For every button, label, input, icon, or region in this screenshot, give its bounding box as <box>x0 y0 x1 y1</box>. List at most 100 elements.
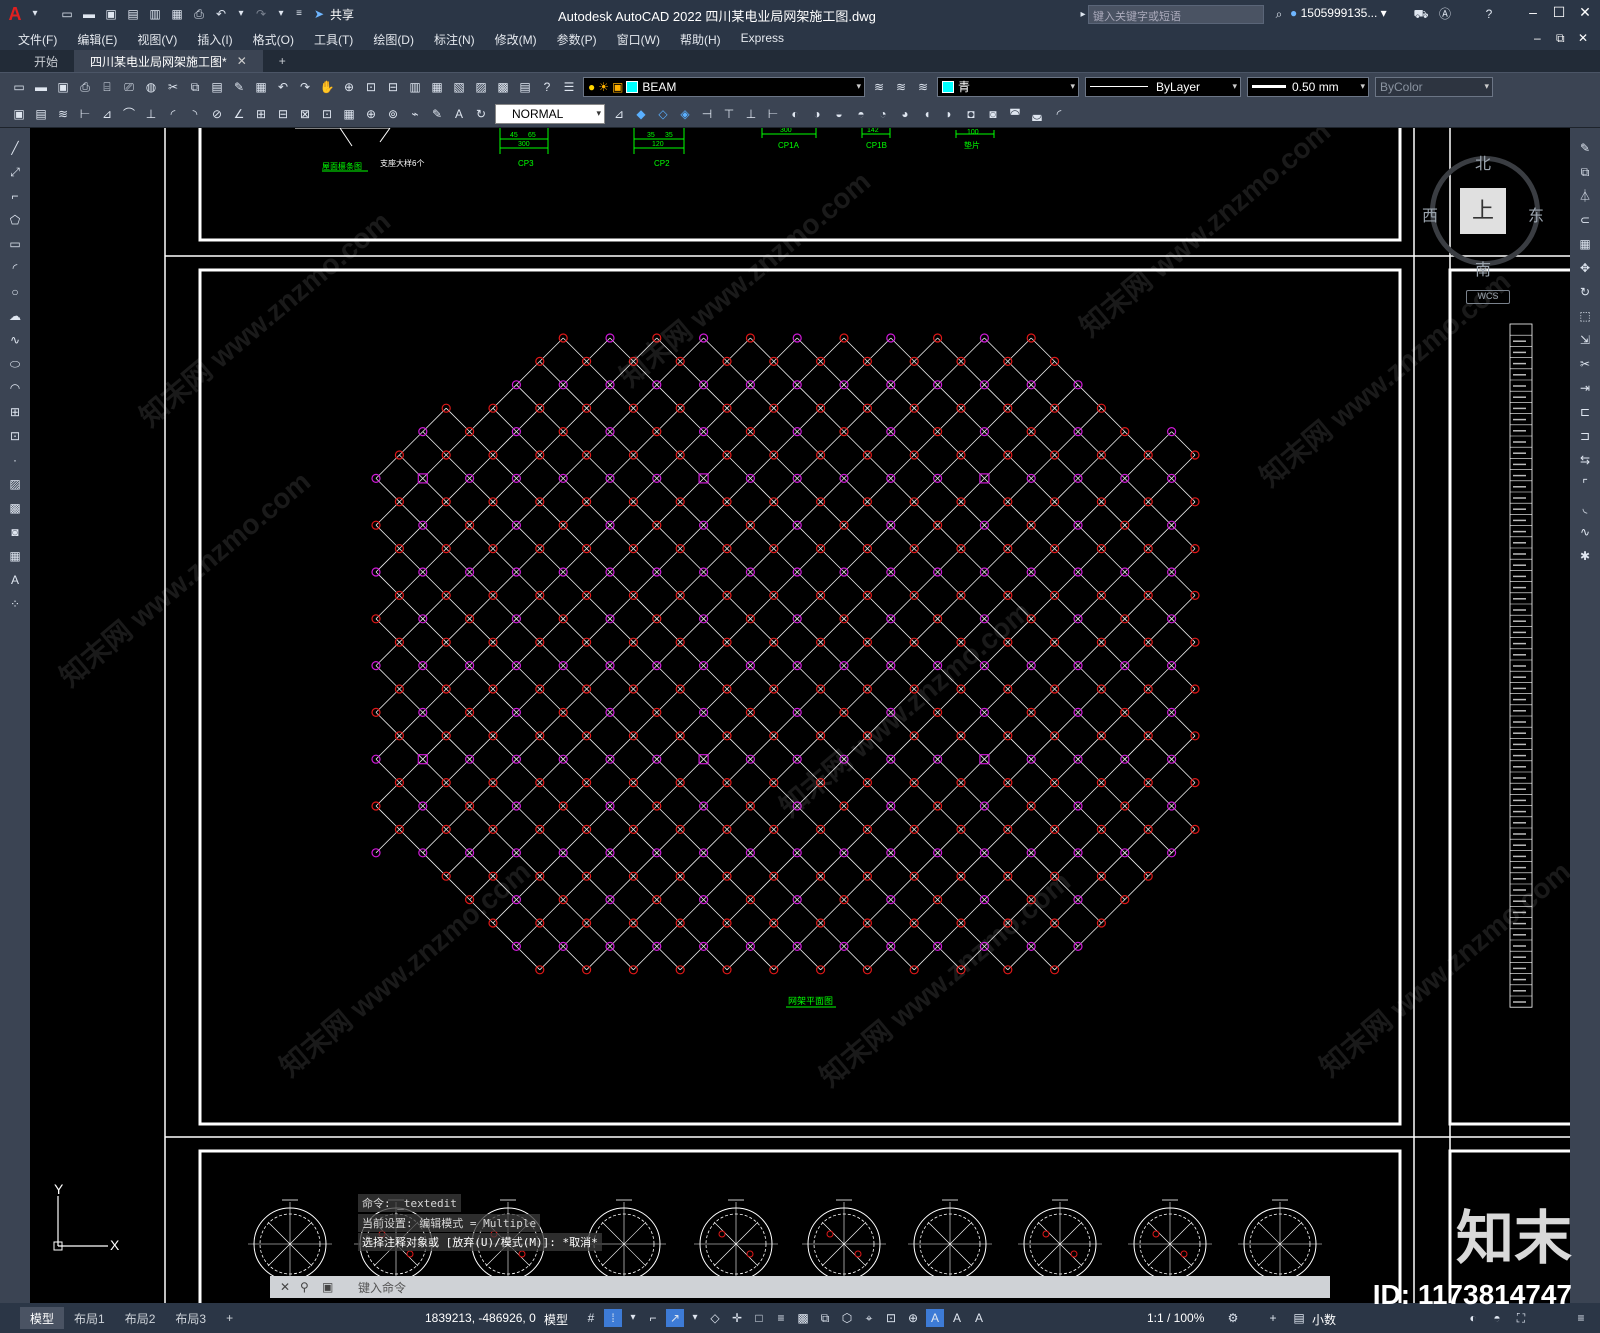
jogged-linear-icon[interactable]: ⌁ <box>406 105 424 123</box>
cart-icon[interactable]: ⛟ <box>1412 5 1430 23</box>
extend-icon[interactable]: ⇥ <box>1576 379 1594 397</box>
menu-item[interactable]: 工具(T) <box>304 31 363 48</box>
blend-icon[interactable]: ∿ <box>1576 523 1594 541</box>
layer-previous-icon[interactable]: ≋ <box>892 78 910 96</box>
command-close-icon[interactable]: ✕ <box>280 1280 290 1294</box>
insert-block-icon[interactable]: ⊞ <box>6 403 24 421</box>
ordinate-dim-icon[interactable]: ⊥ <box>142 105 160 123</box>
dim-text-edit-icon[interactable]: A <box>450 105 468 123</box>
block-editor-icon[interactable]: ▦ <box>252 78 270 96</box>
trim-icon[interactable]: ✂ <box>1576 355 1594 373</box>
cut-icon[interactable]: ✂ <box>164 78 182 96</box>
zoom-realtime-icon[interactable]: ⊕ <box>340 78 358 96</box>
save-icon[interactable]: ▣ <box>102 5 120 23</box>
camera-icon[interactable]: ◛ <box>1028 105 1046 123</box>
array-icon[interactable]: ▦ <box>1576 235 1594 253</box>
chamfer-icon[interactable]: ⌜ <box>1576 475 1594 493</box>
layer-dropdown[interactable]: ● ☀ ▣ BEAM ▾ <box>583 76 865 97</box>
customization-icon[interactable]: ≡ <box>1572 1309 1590 1327</box>
menu-item[interactable]: 编辑(E) <box>67 31 127 48</box>
viewcube-north[interactable]: 北 <box>1475 150 1491 174</box>
web-save-icon[interactable]: ▦ <box>168 5 186 23</box>
layout-tab[interactable]: 布局2 <box>115 1307 166 1329</box>
snap-icon[interactable]: ⁞ <box>604 1309 622 1327</box>
text-icon[interactable]: A <box>6 571 24 589</box>
line-icon[interactable]: ╱ <box>6 139 24 157</box>
join-icon[interactable]: ⇆ <box>1576 451 1594 469</box>
polyline-icon[interactable]: ⌐ <box>6 187 24 205</box>
ellipse-icon[interactable]: ⬭ <box>6 355 24 373</box>
dim-edit-icon[interactable]: ✎ <box>428 105 446 123</box>
menu-item[interactable]: 窗口(W) <box>607 31 670 48</box>
arc-icon[interactable]: ◜ <box>6 259 24 277</box>
redo-dropdown-icon[interactable]: ▾ <box>274 5 288 23</box>
autodesk-app-icon[interactable]: Ⓐ <box>1436 5 1454 23</box>
search-icon[interactable]: ⌕ <box>1270 5 1288 23</box>
dim-space-icon[interactable]: ⊡ <box>318 105 336 123</box>
chevron-down-icon[interactable]: ▾ <box>626 1309 640 1327</box>
erase-icon[interactable]: ✎ <box>1576 139 1594 157</box>
rotate-icon[interactable]: ↻ <box>1576 283 1594 301</box>
design-center-icon[interactable]: ▦ <box>428 78 446 96</box>
transparency-icon[interactable]: ▩ <box>794 1309 812 1327</box>
qselect-icon[interactable]: ▤ <box>32 105 50 123</box>
help-icon[interactable]: ? <box>1480 5 1498 23</box>
fillet-icon[interactable]: ◟ <box>1576 499 1594 517</box>
table-icon[interactable]: ▦ <box>6 547 24 565</box>
ucs-world-icon[interactable]: ◇ <box>654 105 672 123</box>
offset-icon[interactable]: ⊂ <box>1576 211 1594 229</box>
preview-icon[interactable]: ⌸ <box>98 78 116 96</box>
point-icon[interactable]: · <box>6 451 24 469</box>
ucs-3point-icon[interactable]: ◑ <box>808 105 826 123</box>
layout-tab[interactable]: 布局3 <box>165 1307 216 1329</box>
tab-close-icon[interactable]: ✕ <box>237 54 247 68</box>
doc-restore-button[interactable]: ⧉ <box>1556 31 1565 46</box>
layer-properties-icon[interactable]: ☰ <box>560 78 578 96</box>
move-icon[interactable]: ✥ <box>1576 259 1594 277</box>
redo-icon[interactable]: ↷ <box>296 78 314 96</box>
isodraft-icon[interactable]: ◇ <box>706 1309 724 1327</box>
dimstyle-icon[interactable]: ⊿ <box>610 105 628 123</box>
radius-dim-icon[interactable]: ◜ <box>164 105 182 123</box>
continue-dim-icon[interactable]: ⊠ <box>296 105 314 123</box>
construction-line-icon[interactable]: ⤢ <box>6 163 24 181</box>
render-icon[interactable]: ◗ <box>940 105 958 123</box>
inspect-icon[interactable]: ⊚ <box>384 105 402 123</box>
save-as-icon[interactable]: ▤ <box>124 5 142 23</box>
named-ucs-icon[interactable]: ◖ <box>918 105 936 123</box>
spline-icon[interactable]: ∿ <box>6 331 24 349</box>
annotation-scale-icon[interactable]: A <box>970 1309 988 1327</box>
linetype-dropdown[interactable]: ByLayer ▾ <box>1085 76 1241 97</box>
annotation-scale[interactable]: 1:1 / 100% <box>1147 1311 1204 1325</box>
selection-cycling-icon[interactable]: ⧉ <box>816 1309 834 1327</box>
annotation-visibility-icon[interactable]: A <box>926 1309 944 1327</box>
ucs-y-icon[interactable]: ◓ <box>852 105 870 123</box>
pan-icon[interactable]: ✋ <box>318 78 336 96</box>
layout-tab[interactable]: 布局1 <box>64 1307 115 1329</box>
layout-tab[interactable]: 模型 <box>20 1307 65 1329</box>
web-open-icon[interactable]: ▥ <box>146 5 164 23</box>
chevron-down-icon[interactable]: ▾ <box>28 5 42 23</box>
gear-icon[interactable]: ⚙ <box>1224 1309 1242 1327</box>
units-readout[interactable]: 小数 <box>1312 1311 1336 1328</box>
share-icon[interactable]: ➤ <box>310 5 328 23</box>
tool-palettes-icon[interactable]: ▧ <box>450 78 468 96</box>
zoom-previous-icon[interactable]: ⊟ <box>384 78 402 96</box>
lineweight-icon[interactable]: ≡ <box>772 1309 790 1327</box>
linear-dim-icon[interactable]: ⊢ <box>76 105 94 123</box>
selection-filter-icon[interactable]: ⊡ <box>882 1309 900 1327</box>
walk-icon[interactable]: ◜ <box>1050 105 1068 123</box>
ortho-icon[interactable]: ⌐ <box>644 1309 662 1327</box>
baseline-dim-icon[interactable]: ⊟ <box>274 105 292 123</box>
isolate-objects-icon[interactable]: ◓ <box>1488 1309 1506 1327</box>
save-icon[interactable]: ▣ <box>54 78 72 96</box>
auto-scale-icon[interactable]: A <box>948 1309 966 1327</box>
markup-icon[interactable]: ▩ <box>494 78 512 96</box>
viewcube-west[interactable]: 西 <box>1422 202 1438 226</box>
break-point-icon[interactable]: ⊏ <box>1576 403 1594 421</box>
ucs-zaxis-icon[interactable]: ◐ <box>786 105 804 123</box>
quick-properties-icon[interactable]: ▤ <box>1290 1309 1308 1327</box>
paste-icon[interactable]: ▤ <box>208 78 226 96</box>
tab-start[interactable]: 开始 <box>18 50 74 72</box>
dim-update-icon[interactable]: ↻ <box>472 105 490 123</box>
